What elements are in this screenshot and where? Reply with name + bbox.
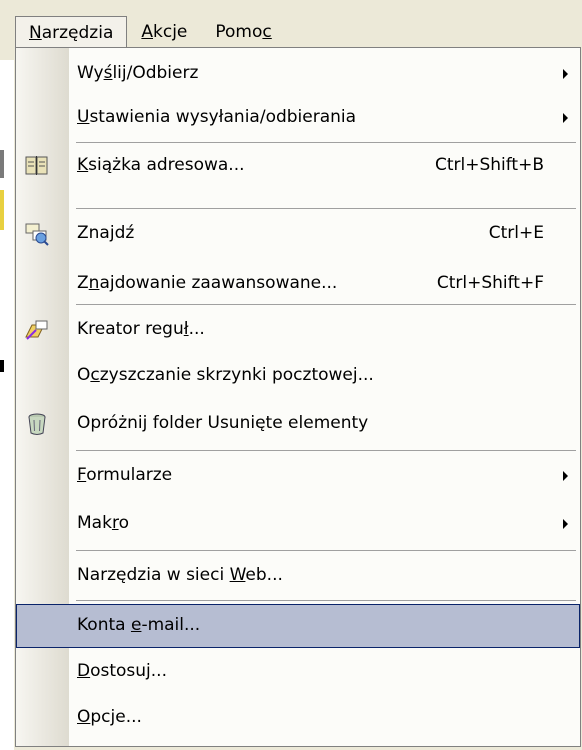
menu-item-web-tools[interactable]: Narzędzia w sieci Web... — [16, 554, 580, 598]
menu-item-label: Znajdź — [77, 223, 135, 243]
submenu-arrow-icon — [563, 519, 568, 529]
menu-item-label: Narzędzia w sieci Web... — [77, 565, 283, 585]
menubar-label-post: arzędzia — [41, 22, 114, 43]
menu-separator — [76, 208, 576, 209]
menu-item-email-accounts[interactable]: Konta e-mail... — [16, 604, 580, 648]
menu-item-shortcut: Ctrl+Shift+B — [434, 155, 544, 175]
background-fragment — [0, 360, 4, 372]
menu-separator — [76, 304, 576, 305]
menu-item-empty-deleted-items[interactable]: Opróżnij folder Usunięte elementy — [16, 402, 580, 446]
menu-item-address-book[interactable]: Książka adresowa... Ctrl+Shift+B — [16, 144, 580, 188]
menu-item-label: Konta e-mail... — [77, 615, 201, 635]
menu-item-find[interactable]: Znajdź Ctrl+E — [16, 212, 580, 256]
menu-item-advanced-find[interactable]: Znajdowanie zaawansowane... Ctrl+Shift+F — [16, 262, 580, 306]
menu-item-label: Znajdowanie zaawansowane... — [77, 273, 338, 293]
address-book-icon — [24, 153, 50, 179]
submenu-arrow-icon — [563, 471, 568, 481]
menubar-label-accel: N — [29, 22, 42, 43]
menu-item-shortcut: Ctrl+E — [488, 223, 544, 243]
menu-item-macro[interactable]: Makro — [16, 502, 580, 546]
menu-item-rules-wizard[interactable]: Kreator reguł... — [16, 308, 580, 352]
submenu-arrow-icon — [563, 69, 568, 79]
menubar-label-accel: A — [141, 22, 154, 42]
find-icon — [24, 221, 50, 247]
menu-item-customize[interactable]: Dostosuj... — [16, 650, 580, 694]
menu-item-forms[interactable]: Formularze — [16, 454, 580, 498]
menu-item-options[interactable]: Opcje... — [16, 696, 580, 740]
menu-item-send-receive[interactable]: Wyślij/Odbierz — [16, 52, 580, 96]
menu-item-shortcut: Ctrl+Shift+F — [436, 273, 544, 293]
menu-separator — [76, 600, 576, 601]
menu-item-label: Dostosuj... — [77, 661, 167, 681]
menu-item-label: Ustawienia wysyłania/odbierania — [77, 107, 357, 127]
menubar-narzedzia[interactable]: Narzędzia — [15, 16, 128, 48]
menu-item-mailbox-cleanup[interactable]: Oczyszczanie skrzynki pocztowej... — [16, 354, 580, 398]
rules-wizard-icon — [24, 317, 50, 343]
submenu-arrow-icon — [563, 113, 568, 123]
menu-item-label: Kreator reguł... — [77, 319, 205, 339]
menu-item-label: Wyślij/Odbierz — [77, 63, 199, 83]
menu-item-label: Makro — [77, 513, 129, 533]
menubar-label-accel: c — [262, 22, 272, 42]
tools-dropdown-menu: Wyślij/Odbierz Ustawienia wysyłania/odbi… — [15, 47, 581, 747]
menu-bar: Narzędzia Akcje Pomo c — [0, 16, 582, 48]
menu-item-label: Opróżnij folder Usunięte elementy — [77, 413, 369, 433]
background-fragment — [0, 190, 4, 230]
menu-item-label: Oczyszczanie skrzynki pocztowej... — [77, 365, 374, 385]
menu-item-send-receive-settings[interactable]: Ustawienia wysyłania/odbierania — [16, 96, 580, 140]
menubar-label-post: kcje — [153, 22, 188, 42]
menubar-label-pre: Pomo — [215, 22, 263, 42]
menu-item-label: Książka adresowa... — [77, 155, 245, 175]
trash-icon — [24, 411, 50, 437]
menubar-akcje[interactable]: Akcje — [127, 16, 201, 48]
menu-separator — [76, 550, 576, 551]
menu-item-label: Opcje... — [77, 707, 142, 727]
menu-separator — [76, 142, 576, 143]
menubar-pomoc[interactable]: Pomo c — [201, 16, 285, 48]
menu-item-label: Formularze — [77, 465, 173, 485]
menu-separator — [76, 450, 576, 451]
background-fragment — [0, 150, 4, 178]
